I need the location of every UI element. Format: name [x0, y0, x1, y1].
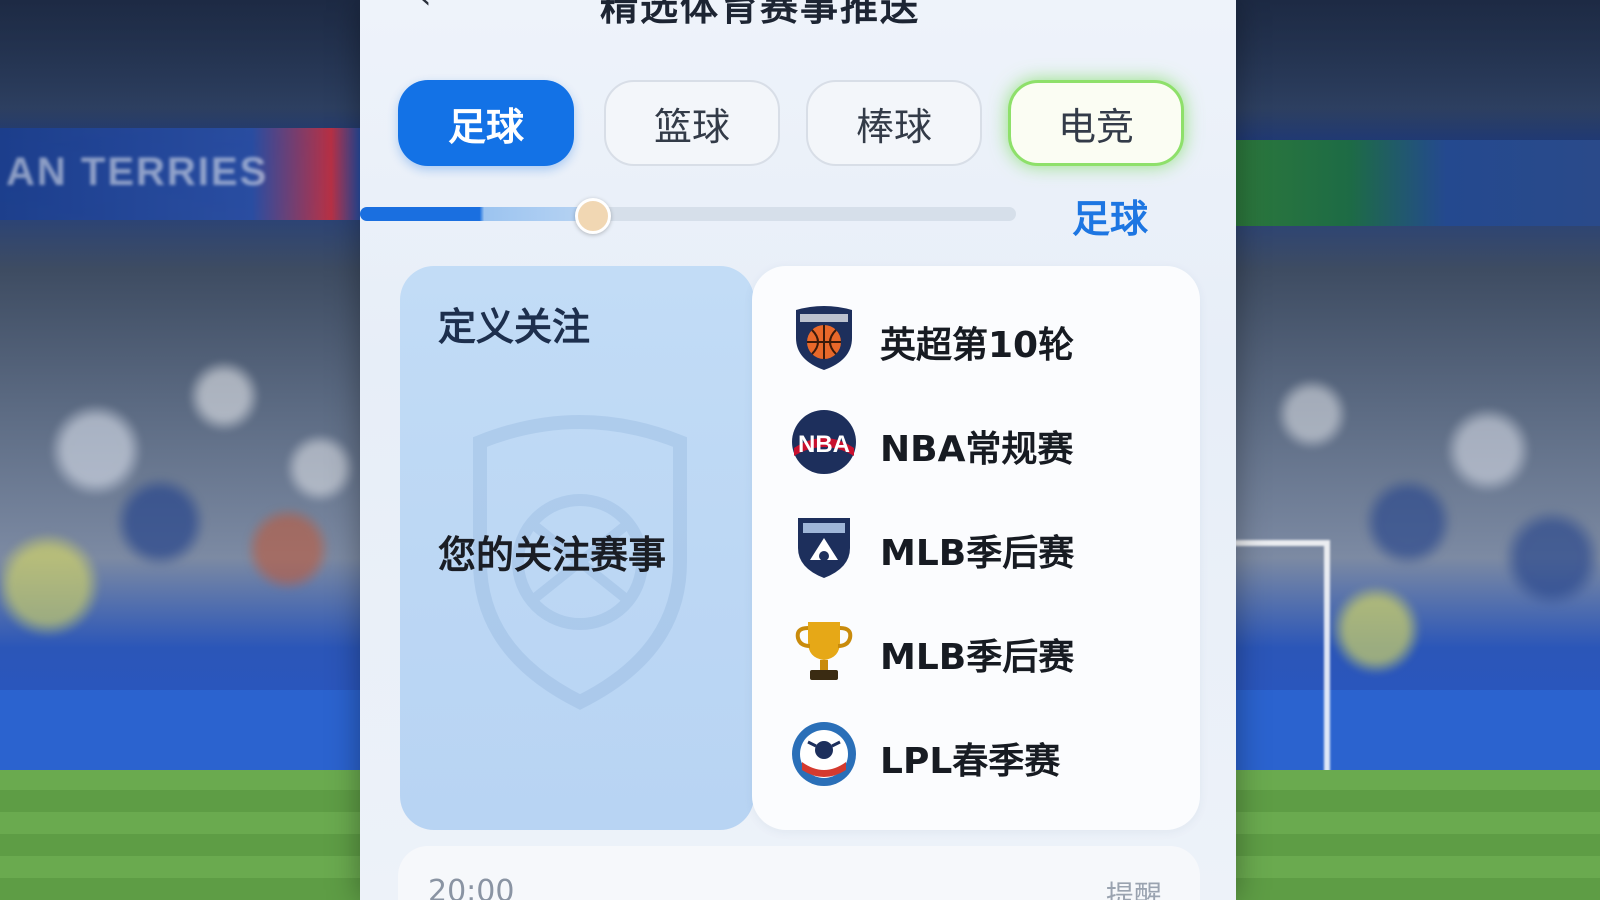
- event-name: LPL春季赛: [880, 741, 1061, 782]
- svg-text:NBA: NBA: [798, 431, 850, 458]
- list-item[interactable]: MLB季后赛: [752, 494, 1200, 600]
- sport-slider[interactable]: [360, 198, 1016, 234]
- nba-logo-icon: NBA: [792, 410, 856, 474]
- screen: AN TERRIES ‹ 精选体育赛事推送 足球 篮球 棒球 电竞 足球: [0, 0, 1600, 900]
- goal-post: [1234, 540, 1330, 786]
- event-list: 英超第10轮 NBA NBA常规赛 MLB季后赛 MLB季后赛 LPL春季赛: [752, 266, 1200, 830]
- event-name: MLB季后赛: [880, 533, 1075, 574]
- app-panel: ‹ 精选体育赛事推送 足球 篮球 棒球 电竞 足球 定义关注 您的关注赛事: [360, 0, 1236, 900]
- schedule-card[interactable]: 20:00 提醒: [398, 846, 1200, 900]
- slider-thumb[interactable]: [575, 198, 611, 234]
- list-item[interactable]: LPL春季赛: [752, 702, 1200, 808]
- list-item[interactable]: MLB季后赛: [752, 598, 1200, 704]
- tab-basketball[interactable]: 篮球: [604, 80, 780, 166]
- remind-button[interactable]: 提醒: [1106, 874, 1162, 900]
- follow-card-subtitle: 您的关注赛事: [438, 533, 667, 577]
- back-arrow-icon[interactable]: ‹: [418, 0, 432, 14]
- list-item[interactable]: 英超第10轮: [752, 286, 1200, 392]
- event-name: NBA常规赛: [880, 429, 1074, 470]
- tab-esports[interactable]: 电竞: [1008, 80, 1184, 166]
- schedule-time: 20:00: [428, 874, 515, 900]
- tab-football[interactable]: 足球: [398, 80, 574, 166]
- trophy-icon: [795, 622, 853, 680]
- slider-fill: [360, 207, 590, 221]
- event-name: MLB季后赛: [880, 637, 1075, 678]
- list-item[interactable]: NBA NBA常规赛: [752, 390, 1200, 496]
- ad-board-left: [0, 690, 360, 770]
- slider-value-label: 足球: [1072, 197, 1149, 241]
- page-title: 精选体育赛事推送: [600, 0, 921, 29]
- sport-tabs: 足球 篮球 棒球 电竞: [398, 80, 1198, 170]
- event-name: 英超第10轮: [880, 325, 1075, 366]
- shield-crest-icon: [798, 518, 850, 578]
- shield-basketball-icon: [796, 306, 852, 370]
- header: ‹ 精选体育赛事推送: [360, 0, 1236, 29]
- follow-card-title: 定义关注: [438, 305, 591, 349]
- tab-baseball[interactable]: 棒球: [806, 80, 982, 166]
- follow-card[interactable]: 定义关注 您的关注赛事: [400, 266, 754, 830]
- soccer-ball-icon: [792, 722, 856, 786]
